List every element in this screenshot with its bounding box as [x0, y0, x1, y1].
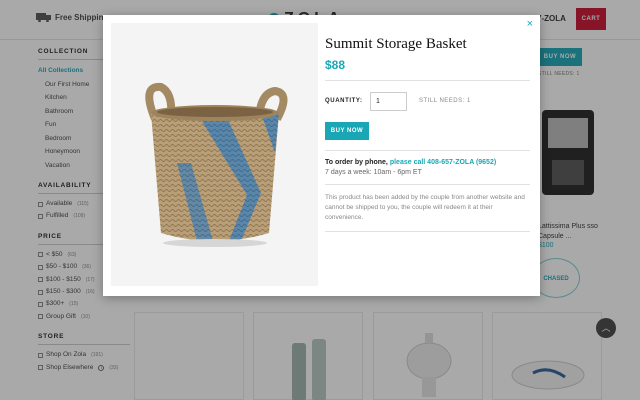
quantity-input[interactable]: 1 — [370, 91, 407, 111]
quantity-row: QUANTITY: 1 STILL NEEDS: 1 — [325, 91, 530, 111]
divider — [325, 80, 530, 81]
still-needs-label: STILL NEEDS: 1 — [419, 98, 471, 104]
basket-illustration — [145, 82, 288, 247]
buy-now-button[interactable]: BUY NOW — [325, 122, 369, 140]
divider — [325, 184, 530, 185]
product-modal: × Summit Storage Basket $88 QUANTITY: 1 … — [103, 15, 540, 296]
divider — [325, 231, 530, 232]
order-prefix: To order by phone, — [325, 159, 388, 166]
product-price: $88 — [325, 58, 346, 72]
phone-link[interactable]: please call 408-657-ZOLA (9652) — [390, 159, 496, 166]
product-details: Summit Storage Basket $88 QUANTITY: 1 ST… — [325, 35, 530, 240]
order-by-phone: To order by phone, please call 408-657-Z… — [325, 159, 530, 166]
product-title: Summit Storage Basket — [325, 36, 467, 52]
divider — [325, 150, 530, 151]
shipping-note: This product has been added by the coupl… — [325, 194, 525, 221]
quantity-label: QUANTITY: — [325, 98, 363, 104]
phone-hours: 7 days a week: 10am - 6pm ET — [325, 169, 422, 176]
product-image — [111, 23, 318, 286]
close-icon[interactable]: × — [527, 18, 533, 30]
